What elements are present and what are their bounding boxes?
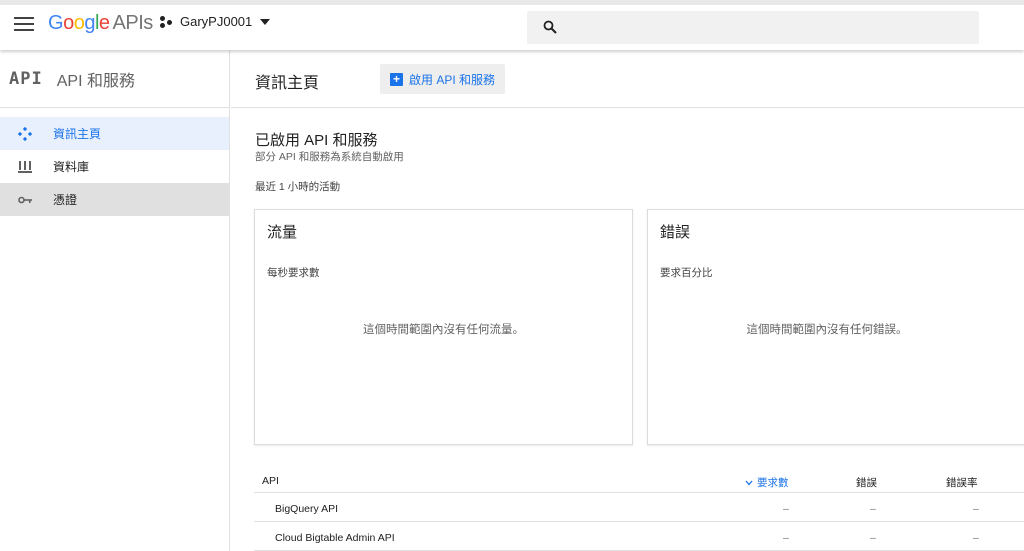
errors-value: – xyxy=(870,503,876,515)
sidebar-header: API API 和服務 xyxy=(0,50,229,108)
chevron-down-icon xyxy=(260,18,271,25)
section-title: 已啟用 API 和服務 xyxy=(255,132,378,149)
traffic-card-title: 流量 xyxy=(267,224,298,241)
google-apis-logo[interactable]: Google APIs xyxy=(48,12,153,35)
sidebar-item-label: 資訊主頁 xyxy=(53,127,102,141)
table-row[interactable]: Cloud Bigtable Admin API – – – xyxy=(254,522,1024,551)
column-header-requests[interactable]: 要求數 xyxy=(745,475,789,490)
sidebar-item-label: 憑證 xyxy=(53,193,78,207)
errors-metric-label: 要求百分比 xyxy=(660,267,713,279)
page-header: 資訊主頁 + 啟用 API 和服務 xyxy=(231,50,1024,108)
key-icon xyxy=(17,192,33,208)
api-table: API 要求數 錯誤 錯誤率 BigQuery API – – – Cloud … xyxy=(254,465,1024,551)
project-icon xyxy=(160,15,174,29)
sort-descending-icon xyxy=(745,480,753,486)
error-rate-value: – xyxy=(973,532,979,544)
main-content: 資訊主頁 + 啟用 API 和服務 已啟用 API 和服務 部分 API 和服務… xyxy=(231,50,1024,551)
add-icon: + xyxy=(390,72,403,86)
column-header-requests-label: 要求數 xyxy=(757,477,789,489)
api-name[interactable]: Cloud Bigtable Admin API xyxy=(275,532,395,544)
requests-value: – xyxy=(783,532,789,544)
error-rate-value: – xyxy=(973,503,979,515)
traffic-metric-label: 每秒要求數 xyxy=(267,267,320,279)
section-subtitle: 部分 API 和服務為系統自動啟用 xyxy=(255,151,404,163)
column-header-api[interactable]: API xyxy=(262,475,279,487)
enable-apis-label: 啟用 API 和服務 xyxy=(409,72,496,87)
page-title: 資訊主頁 xyxy=(255,75,320,92)
errors-card: 錯誤 要求百分比 這個時間範圍內沒有任何錯誤。 xyxy=(647,209,1024,445)
api-logo: API xyxy=(9,68,43,89)
sidebar-item-dashboard[interactable]: 資訊主頁 xyxy=(0,117,229,150)
top-app-bar: Google APIs GaryPJ0001 xyxy=(0,0,1024,50)
table-header: API 要求數 錯誤 錯誤率 xyxy=(254,465,1024,493)
table-row[interactable]: BigQuery API – – – xyxy=(254,493,1024,522)
sidebar-item-credentials[interactable]: 憑證 xyxy=(0,183,229,216)
errors-value: – xyxy=(870,532,876,544)
errors-card-title: 錯誤 xyxy=(660,224,691,241)
requests-value: – xyxy=(783,503,789,515)
sidebar-nav: 資訊主頁 資料庫 憑證 xyxy=(0,108,229,216)
enable-apis-button[interactable]: + 啟用 API 和服務 xyxy=(380,64,505,94)
sidebar: API API 和服務 資訊主頁 資料庫 憑證 xyxy=(0,50,230,551)
project-name: GaryPJ0001 xyxy=(180,14,253,29)
errors-empty-message: 這個時間範圍內沒有任何錯誤。 xyxy=(746,324,908,336)
column-header-error-rate[interactable]: 錯誤率 xyxy=(946,475,978,490)
api-name[interactable]: BigQuery API xyxy=(275,503,338,515)
search-input[interactable] xyxy=(571,11,971,44)
search-icon xyxy=(543,20,557,34)
sidebar-item-library[interactable]: 資料庫 xyxy=(0,150,229,183)
traffic-card: 流量 每秒要求數 這個時間範圍內沒有任何流量。 xyxy=(254,209,633,445)
column-header-errors[interactable]: 錯誤 xyxy=(856,475,877,490)
sidebar-item-label: 資料庫 xyxy=(53,160,90,174)
search-bar[interactable] xyxy=(527,11,979,44)
activity-range-label: 最近 1 小時的活動 xyxy=(255,181,341,193)
menu-icon[interactable] xyxy=(14,17,34,33)
library-icon xyxy=(17,159,33,175)
project-selector[interactable]: GaryPJ0001 xyxy=(160,14,271,29)
dashboard-icon xyxy=(17,126,33,142)
sidebar-title: API 和服務 xyxy=(56,72,135,90)
traffic-empty-message: 這個時間範圍內沒有任何流量。 xyxy=(363,324,524,336)
